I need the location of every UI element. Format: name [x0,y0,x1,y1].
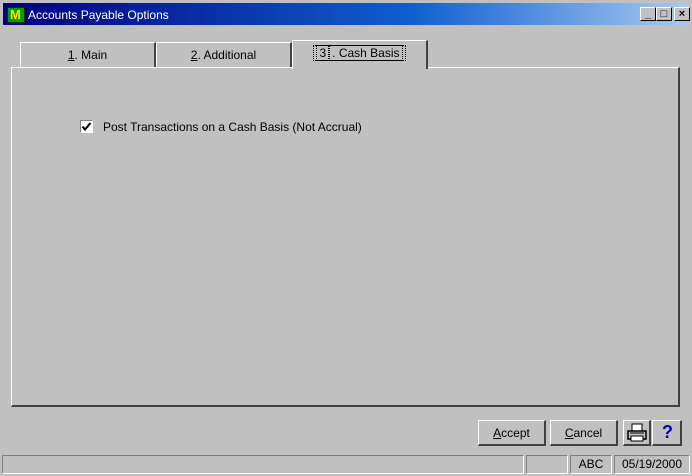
close-button[interactable]: × [674,7,690,21]
status-message-panel [2,455,524,474]
window-title: Accounts Payable Options [28,8,169,22]
tab-additional[interactable]: 2. Additional [156,42,292,68]
minimize-button[interactable]: _ [640,7,656,21]
cash-basis-checkbox[interactable] [80,120,93,133]
tab-main[interactable]: 1. Main [20,42,156,68]
tab-cash-basis[interactable]: 3. Cash Basis [292,40,428,69]
app-icon[interactable]: M [7,7,25,23]
maximize-button[interactable]: □ [656,7,672,21]
cash-basis-checkbox-label[interactable]: Post Transactions on a Cash Basis (Not A… [103,120,362,134]
status-date: 05/19/2000 [614,455,690,474]
print-button[interactable] [623,420,651,446]
status-company: ABC [570,455,612,474]
tab-main-label: 1. Main [67,48,108,62]
help-button[interactable]: ? [652,420,682,446]
cancel-button[interactable]: Cancel [550,420,618,446]
tab-additional-label: 2. Additional [190,48,257,62]
status-empty-panel [526,455,568,474]
app-icon-letter: M [10,7,21,22]
help-question-icon: ? [662,422,673,442]
accounts-payable-options-window: M Accounts Payable Options _ □ × 1. Main… [0,0,692,476]
printer-icon [627,423,647,442]
cash-basis-panel [11,67,680,407]
tab-cash-basis-label: 3. Cash Basis [293,45,426,61]
accept-button[interactable]: Accept [478,420,546,446]
checkmark-icon [81,122,92,132]
